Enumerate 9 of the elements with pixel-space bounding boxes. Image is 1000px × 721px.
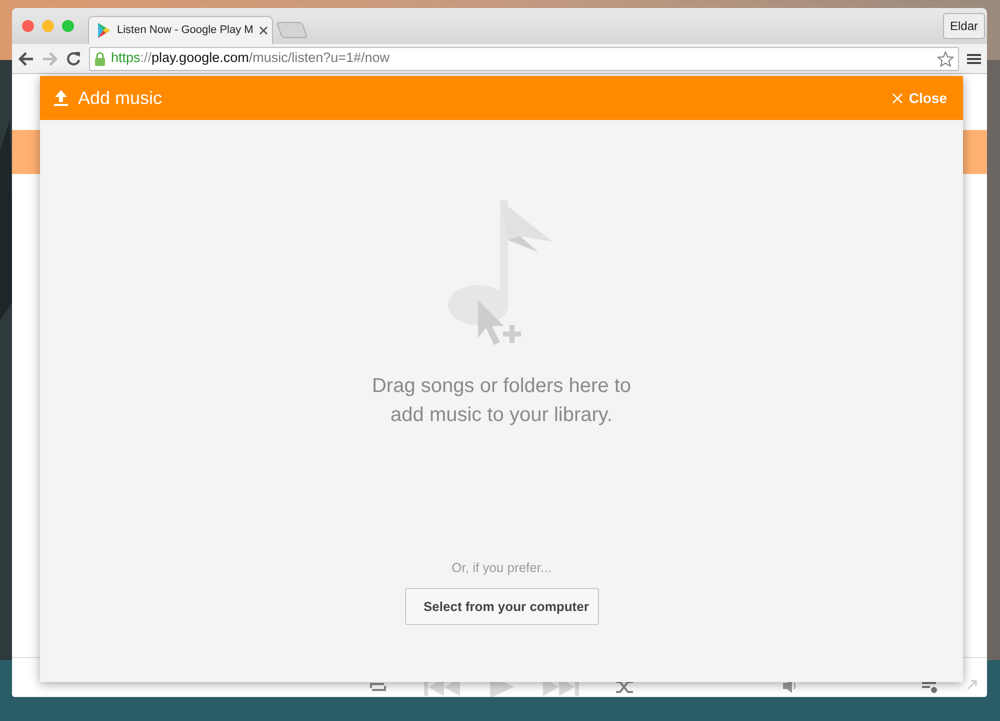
select-from-computer-button[interactable]: Select from your computer — [404, 588, 598, 625]
alternative-text: Or, if you prefer... — [452, 559, 552, 577]
profile-button[interactable]: Eldar — [942, 13, 985, 39]
dialog-title: Add music — [78, 86, 162, 110]
address-bar[interactable]: https://play.google.com/music/listen?u=1#/now — [89, 46, 959, 70]
browser-tab[interactable]: Listen Now - Google Play M — [88, 16, 273, 44]
tab-title: Listen Now - Google Play M — [117, 23, 254, 38]
url-text: https://play.google.com/music/listen?u=1#/now — [111, 49, 390, 68]
drag-instruction-text: Drag songs or folders here to add music to your library. — [372, 374, 632, 428]
